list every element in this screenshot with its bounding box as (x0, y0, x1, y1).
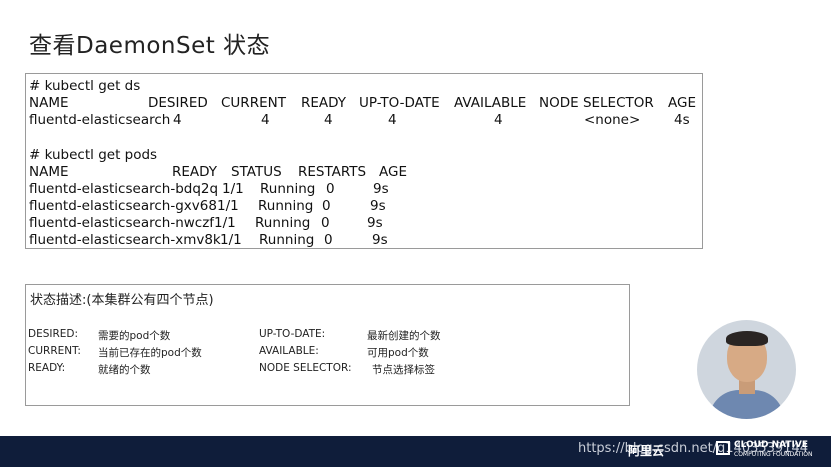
presenter-video (697, 320, 796, 419)
get-ds-command: # kubectl get ds (29, 78, 141, 94)
ds-header-current: CURRENT (221, 95, 286, 111)
aliyun-logo: 阿里云 (628, 444, 665, 458)
pod-row-1-restarts: 0 (326, 181, 335, 197)
pod-row-2-name: fluentd-elasticsearch-gxv68 (29, 198, 217, 214)
ds-header-age: AGE (668, 95, 696, 111)
pod-row-2-status: Running (258, 198, 314, 214)
ds-cell-current: 4 (261, 112, 270, 128)
pod-row-1-ready: 1/1 (222, 181, 244, 197)
pod-row-2-age: 9s (370, 198, 386, 214)
desc-term-available: AVAILABLE: (259, 345, 319, 357)
ds-cell-node-selector: <none> (584, 112, 641, 128)
pod-row-4-name: fluentd-elasticsearch-xmv8k (29, 232, 221, 248)
pod-row-3-restarts: 0 (321, 215, 330, 231)
terminal-output-box: # kubectl get ds NAME DESIRED CURRENT RE… (25, 73, 703, 249)
pod-header-restarts: RESTARTS (298, 164, 367, 180)
desc-text-node-selector: 节点选择标签 (372, 364, 435, 376)
desc-text-available: 可用pod个数 (367, 347, 429, 359)
ds-header-node-selector: NODE SELECTOR (539, 95, 654, 111)
ds-header-available: AVAILABLE (454, 95, 527, 111)
status-description-box: 状态描述:(本集群公有四个节点) DESIRED: 需要的pod个数 CURRE… (25, 284, 630, 406)
pod-row-3-ready: 1/1 (214, 215, 236, 231)
ds-header-ready: READY (301, 95, 347, 111)
slide-title: 查看DaemonSet 状态 (29, 33, 271, 59)
desc-term-ready: READY: (28, 362, 66, 374)
ds-cell-age: 4s (674, 112, 690, 128)
pod-row-4-restarts: 0 (324, 232, 333, 248)
ds-cell-ready: 4 (324, 112, 333, 128)
presenter-hair (726, 331, 768, 346)
desc-term-node-selector: NODE SELECTOR: (259, 362, 352, 374)
desc-term-up-to-date: UP-TO-DATE: (259, 328, 326, 340)
desc-text-ready: 就绪的个数 (98, 364, 151, 376)
pod-row-3-name: fluentd-elasticsearch-nwczf (29, 215, 215, 231)
pod-header-name: NAME (29, 164, 69, 180)
ds-cell-name: fluentd-elasticsearch (29, 112, 171, 128)
desc-term-desired: DESIRED: (28, 328, 79, 340)
pod-row-1-age: 9s (373, 181, 389, 197)
cloud-native-subtext: COMPUTING FOUNDATION (734, 451, 813, 458)
cloud-native-logo-icon (716, 441, 730, 455)
pod-row-3-status: Running (255, 215, 311, 231)
get-pods-command: # kubectl get pods (29, 147, 158, 163)
desc-text-desired: 需要的pod个数 (98, 330, 171, 342)
desc-text-current: 当前已存在的pod个数 (98, 347, 202, 359)
desc-text-up-to-date: 最新创建的个数 (367, 330, 441, 342)
ds-header-up-to-date: UP-TO-DATE (359, 95, 440, 111)
description-title: 状态描述:(本集群公有四个节点) (30, 293, 214, 308)
desc-term-current: CURRENT: (28, 345, 81, 357)
ds-cell-available: 4 (494, 112, 503, 128)
pod-row-4-age: 9s (372, 232, 388, 248)
pod-row-3-age: 9s (367, 215, 383, 231)
pod-row-4-status: Running (259, 232, 315, 248)
pod-row-1-status: Running (260, 181, 316, 197)
pod-row-2-restarts: 0 (322, 198, 331, 214)
pod-row-1-name: fluentd-elasticsearch-bdq2q (29, 181, 219, 197)
pod-row-4-ready: 1/1 (220, 232, 242, 248)
cloud-native-text: CLOUD NATIVE (734, 440, 808, 450)
pod-row-2-ready: 1/1 (217, 198, 239, 214)
ds-cell-desired: 4 (173, 112, 182, 128)
presenter-shirt (709, 390, 784, 419)
pod-header-age: AGE (379, 164, 407, 180)
ds-header-name: NAME (29, 95, 69, 111)
ds-cell-up-to-date: 4 (388, 112, 397, 128)
ds-header-desired: DESIRED (148, 95, 208, 111)
pod-header-ready: READY (172, 164, 218, 180)
pod-header-status: STATUS (231, 164, 282, 180)
